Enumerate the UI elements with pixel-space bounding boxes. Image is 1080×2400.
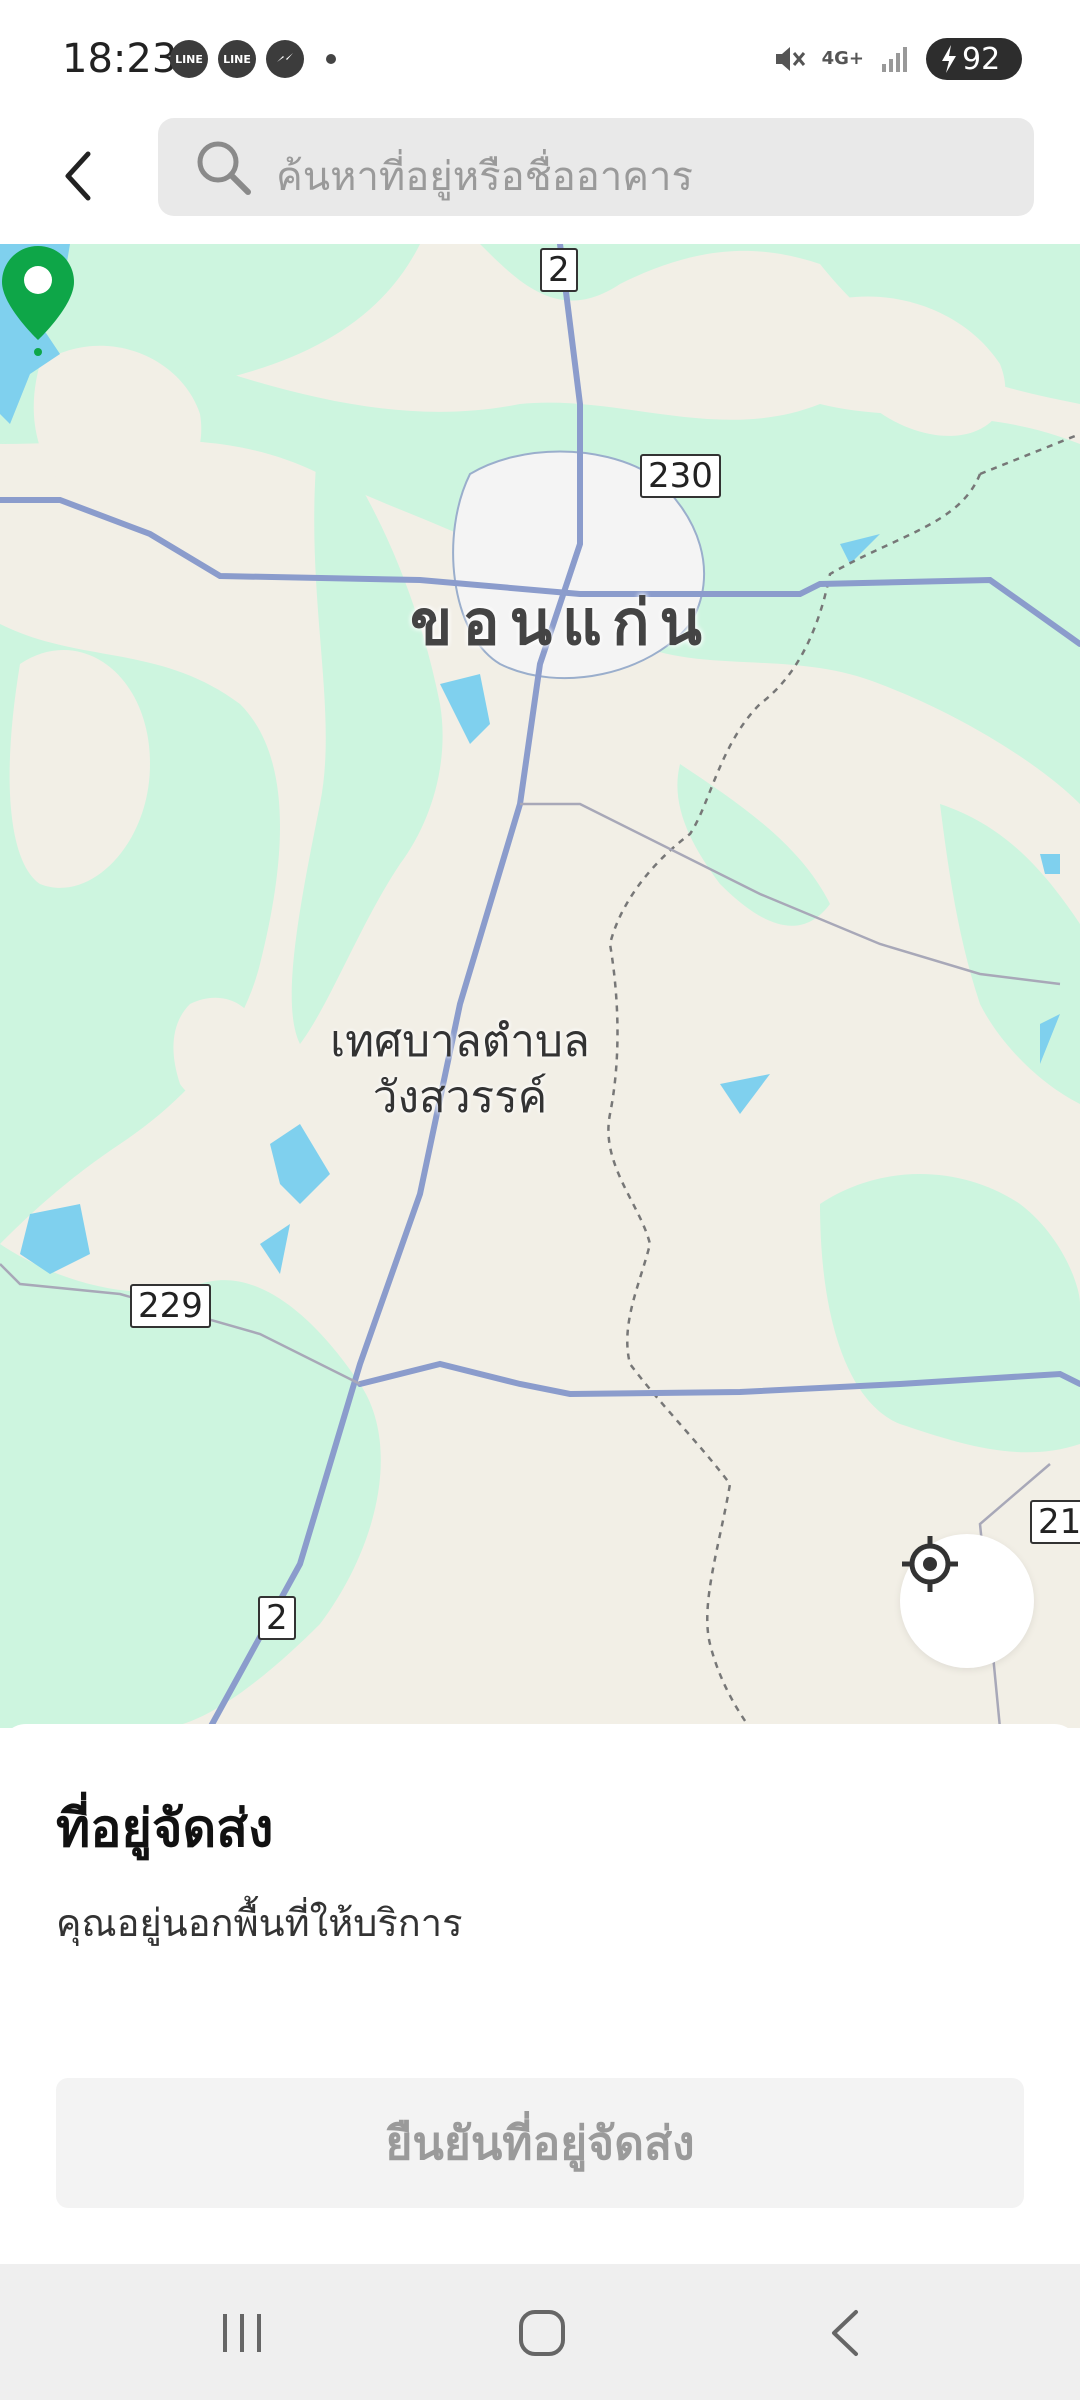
- search-placeholder: ค้นหาที่อยู่หรือชื่ออาคาร: [276, 154, 693, 200]
- search-icon: [197, 141, 251, 195]
- sheet-title: ที่อยู่จัดส่ง: [56, 1799, 274, 1859]
- notification-icons: LINE LINE: [170, 40, 336, 78]
- recents-icon: [223, 2314, 261, 2352]
- signal-icon: [882, 47, 907, 72]
- more-notifications-dot: [326, 54, 336, 64]
- confirm-address-button[interactable]: ยืนยันที่อยู่จัดส่ง: [56, 2078, 1024, 2208]
- road-shield: 21: [1030, 1500, 1080, 1544]
- confirm-address-label: ยืนยันที่อยู่จัดส่ง: [385, 2115, 695, 2170]
- back-button[interactable]: [48, 136, 108, 216]
- road-shield: 2: [540, 248, 578, 292]
- messenger-app-icon: [266, 40, 304, 78]
- status-right: 4G+ 92: [772, 38, 1022, 80]
- map-view[interactable]: ขอนแก่น เทศบาลตำบล วังสวรรค์ 2 230 229 2…: [0, 244, 1080, 1728]
- network-type: 4G+: [821, 48, 864, 69]
- system-nav-bar: [0, 2264, 1080, 2400]
- nav-home-button[interactable]: [482, 2298, 602, 2368]
- town-label: เทศบาลตำบล วังสวรรค์: [300, 1014, 620, 1126]
- road-shield: 2: [258, 1596, 296, 1640]
- nav-recents-button[interactable]: [182, 2298, 302, 2368]
- line-app-icon: LINE: [218, 40, 256, 78]
- nav-back-button[interactable]: [786, 2298, 906, 2368]
- search-input[interactable]: ค้นหาที่อยู่หรือชื่ออาคาร: [158, 118, 1034, 216]
- battery-level: 92: [962, 41, 1001, 77]
- out-of-service-message: คุณอยู่นอกพื้นที่ให้บริการ: [56, 1901, 463, 1945]
- delivery-address-sheet: ที่อยู่จัดส่ง คุณอยู่นอกพื้นที่ให้บริการ…: [0, 1724, 1080, 2264]
- location-pin-icon[interactable]: [0, 244, 76, 356]
- back-icon: [832, 2310, 858, 2356]
- road-shield: 229: [130, 1284, 211, 1328]
- locate-me-button[interactable]: [900, 1534, 1034, 1668]
- home-icon: [519, 2310, 565, 2356]
- status-time: 18:23: [62, 36, 178, 82]
- crosshair-icon: [902, 1536, 958, 1592]
- line-app-icon: LINE: [170, 40, 208, 78]
- chevron-left-icon: [65, 151, 91, 201]
- charging-icon: [942, 45, 956, 73]
- map-canvas: [0, 244, 1080, 1728]
- city-label: ขอนแก่น: [410, 586, 712, 659]
- mute-icon: [775, 47, 805, 71]
- road-shield: 230: [640, 454, 721, 498]
- search-header: ค้นหาที่อยู่หรือชื่ออาคาร: [0, 118, 1080, 246]
- town-label-line2: วังสวรรค์: [372, 1072, 548, 1123]
- status-bar: 18:23 LINE LINE 4G+ 92: [0, 0, 1080, 118]
- battery-indicator: 92: [926, 38, 1022, 80]
- town-label-line1: เทศบาลตำบล: [330, 1016, 590, 1067]
